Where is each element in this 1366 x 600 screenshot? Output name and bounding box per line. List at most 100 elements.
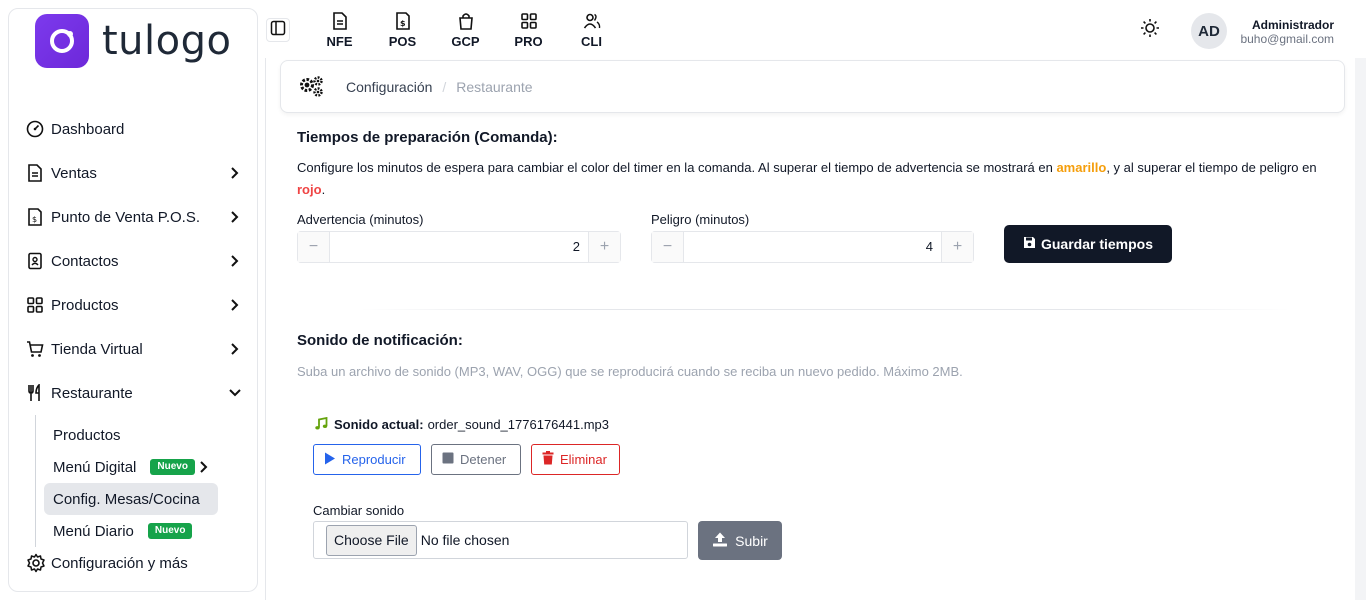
top-nav: NFE $ POS GCP PRO CLI [308,10,623,49]
subnav-item-label: Menú Diario [53,522,134,540]
prep-times-title: Tiempos de preparación (Comanda): [297,129,558,146]
play-icon [324,452,336,468]
upload-label: Subir [735,532,768,549]
subnav-item-productos[interactable]: Productos [44,419,218,451]
chevron-right-icon [199,461,209,473]
subnav-item-menu-digital[interactable]: Menú Digital Nuevo [44,451,218,483]
danger-increment-button[interactable]: + [941,232,973,262]
grid-icon [520,10,537,32]
sidebar-item-configuracion[interactable]: Configuración y más [25,549,188,577]
sun-icon [1140,18,1160,43]
warning-label: Advertencia (minutos) [297,212,424,227]
trash-icon [542,451,554,468]
warning-decrement-button[interactable]: − [298,232,330,262]
grid-icon [25,295,45,315]
chevron-right-icon [225,207,245,227]
play-button[interactable]: Reproducir [313,444,421,475]
music-note-icon [313,416,329,432]
breadcrumb-separator: / [442,78,447,95]
upload-button[interactable]: Subir [698,521,782,560]
danger-minutes-input[interactable]: 4 [684,232,941,262]
pos-receipt-icon: $ [25,207,45,227]
gear-icon [25,552,47,574]
document-icon [25,163,45,183]
sidebar-nav: Dashboard Ventas $ Punto de Venta P.O.S.… [9,107,257,547]
fork-knife-icon [25,383,45,403]
current-sound-label: Sonido actual: [334,416,424,432]
avatar[interactable]: AD [1191,13,1227,49]
sidebar-item-label: Dashboard [51,120,125,138]
current-sound-info: Sonido actual: order_sound_1776176441.mp… [313,416,609,432]
delete-button[interactable]: Eliminar [531,444,620,475]
choose-file-button[interactable]: Choose File [326,524,417,556]
brand-name: tulogo [102,18,232,64]
topnav-item-pro[interactable]: PRO [497,10,560,49]
subnav-item-menu-diario[interactable]: Menú Diario Nuevo [44,515,218,547]
theme-toggle-button[interactable] [1138,18,1162,42]
restaurante-subnav: Productos Menú Digital Nuevo Config. Mes… [35,415,257,547]
warning-color-word: amarillo [1056,160,1107,175]
topnav-label: PRO [514,34,543,49]
notification-sound-description: Suba un archivo de sonido (MP3, WAV, OGG… [297,364,963,379]
sidebar-item-label: Restaurante [51,384,133,402]
warning-increment-button[interactable]: + [588,232,620,262]
danger-label: Peligro (minutos) [651,212,750,227]
topnav-item-cli[interactable]: CLI [560,10,623,49]
panel-left-icon [270,20,286,41]
subnav-item-label: Config. Mesas/Cocina [53,490,200,508]
sidebar-item-restaurante[interactable]: Restaurante [9,371,257,415]
users-icon [583,10,601,32]
chevron-right-icon [225,163,245,183]
topnav-label: POS [388,34,417,49]
shopping-bag-icon [458,10,474,32]
sidebar-item-productos[interactable]: Productos [9,283,257,327]
sidebar-item-label: Punto de Venta P.O.S. [51,208,201,226]
subnav-item-label: Menú Digital [53,458,137,476]
svg-text:$: $ [32,215,37,224]
user-name: Administrador [1251,18,1334,32]
subnav-item-config-mesas-cocina[interactable]: Config. Mesas/Cocina [44,483,218,515]
breadcrumb: Configuración / Restaurante [280,60,1345,113]
sidebar-item-label: Productos [51,296,119,314]
new-badge: Nuevo [150,459,195,475]
change-sound-label: Cambiar sonido [313,503,405,518]
sidebar-toggle-button[interactable] [266,18,290,42]
sidebar-item-dashboard[interactable]: Dashboard [9,107,257,151]
user-email: buho@gmail.com [1240,32,1334,46]
danger-decrement-button[interactable]: − [652,232,684,262]
gears-icon [299,74,325,100]
chevron-right-icon [225,295,245,315]
sidebar-item-label: Contactos [51,252,119,270]
gauge-icon [25,119,45,139]
warning-minutes-input[interactable]: 2 [330,232,588,262]
save-times-label: Guardar tiempos [1040,236,1154,252]
delete-label: Eliminar [560,452,607,467]
stop-button[interactable]: Detener [431,444,521,475]
prep-times-description: Configure los minutos de espera para cam… [297,160,1317,197]
topnav-item-pos[interactable]: $ POS [371,10,434,49]
main-divider [265,58,266,600]
breadcrumb-current: Restaurante [456,78,533,95]
breadcrumb-configuracion[interactable]: Configuración [346,79,432,95]
topnav-label: GCP [451,34,480,49]
sidebar-item-pos[interactable]: $ Punto de Venta P.O.S. [9,195,257,239]
notification-sound-title: Sonido de notificación: [297,332,463,349]
save-times-button[interactable]: Guardar tiempos [1004,225,1172,263]
sound-file-input[interactable]: Choose File No file chosen [313,521,688,559]
stop-icon [442,452,454,467]
play-label: Reproducir [342,452,406,467]
sidebar-item-tienda-virtual[interactable]: Tienda Virtual [9,327,257,371]
brand-logo[interactable]: tulogo [35,13,231,69]
scrollbar[interactable] [1355,58,1366,600]
sidebar-item-label: Configuración y más [51,554,188,572]
contacts-icon [25,251,45,271]
danger-stepper: − 4 + [651,231,974,263]
stop-label: Detener [460,452,507,467]
topnav-item-nfe[interactable]: NFE [308,10,371,49]
topnav-item-gcp[interactable]: GCP [434,10,497,49]
topnav-label: CLI [581,34,602,49]
sidebar-item-contactos[interactable]: Contactos [9,239,257,283]
section-divider [360,309,1290,310]
sidebar-item-ventas[interactable]: Ventas [9,151,257,195]
user-menu[interactable]: Administrador buho@gmail.com [1240,18,1334,46]
